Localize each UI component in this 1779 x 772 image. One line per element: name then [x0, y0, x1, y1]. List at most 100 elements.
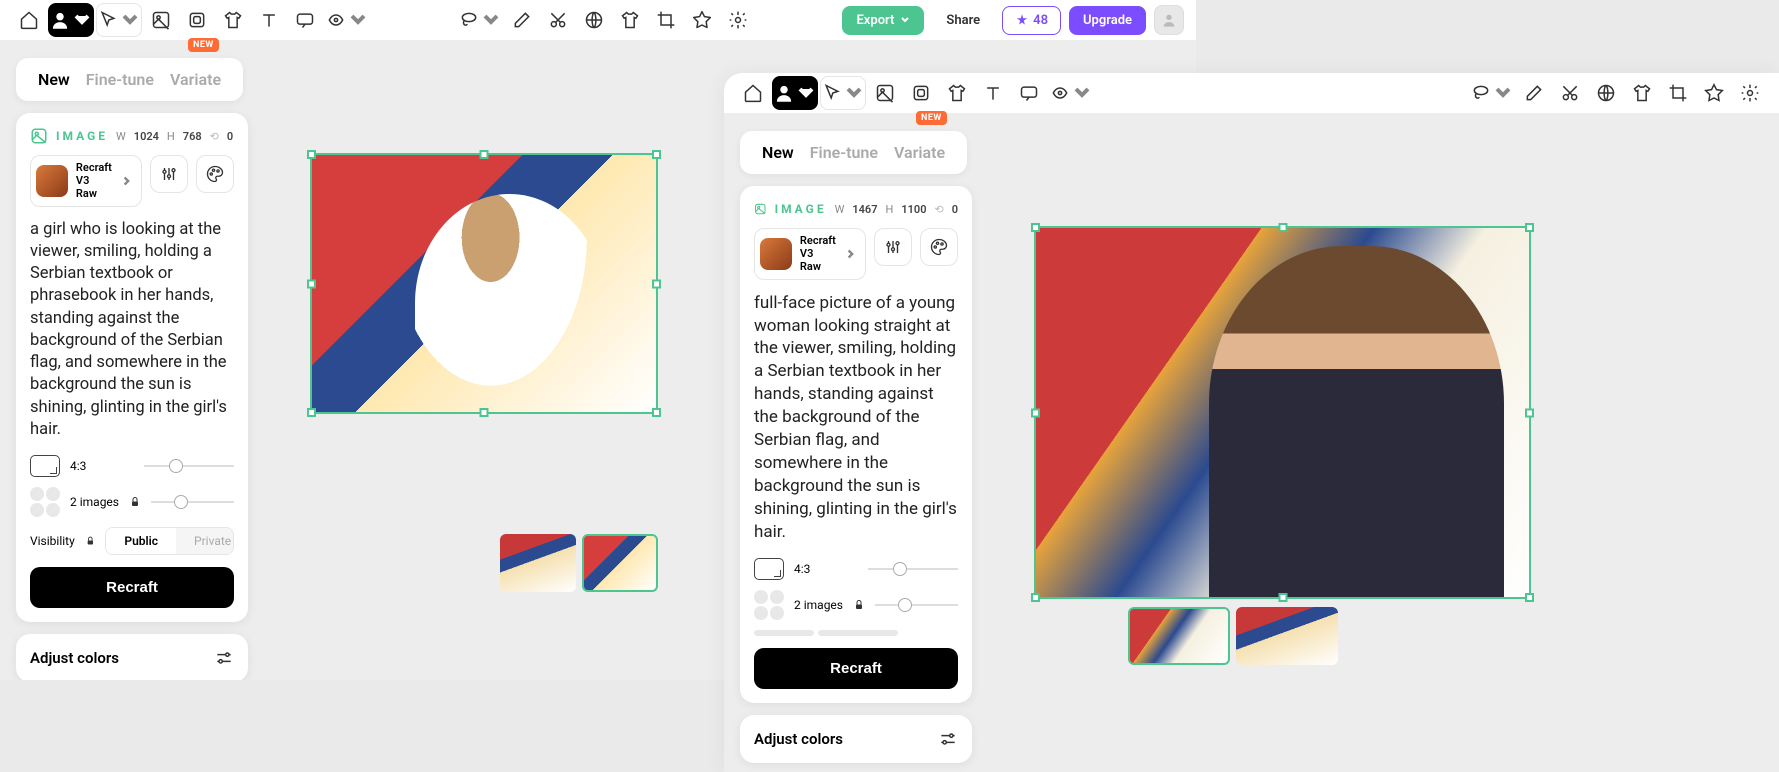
- home-icon[interactable]: [12, 3, 46, 37]
- crop-tool-icon[interactable]: [1661, 76, 1695, 110]
- thumbnail-1[interactable]: [1128, 607, 1230, 665]
- style-button[interactable]: [920, 228, 958, 266]
- lasso-tool-icon[interactable]: [457, 3, 503, 37]
- count-slider[interactable]: [151, 501, 234, 503]
- tab-variate[interactable]: Variate: [886, 139, 953, 166]
- comment-tool-icon[interactable]: [1012, 76, 1046, 110]
- resize-handle[interactable]: [480, 408, 489, 417]
- aspect-slider[interactable]: [144, 465, 234, 467]
- resize-handle[interactable]: [1031, 408, 1040, 417]
- generate-tool[interactable]: [48, 3, 94, 37]
- resize-handle[interactable]: [1031, 223, 1040, 232]
- model-row: RecraftV3 Raw: [30, 155, 234, 207]
- count-slider[interactable]: [875, 604, 958, 606]
- resize-handle[interactable]: [652, 150, 661, 159]
- model-name-text: RecraftV3 Raw: [76, 161, 113, 201]
- adjust-colors-label: Adjust colors: [30, 649, 119, 667]
- frame-tool-icon[interactable]: [180, 3, 214, 37]
- settings-button[interactable]: [150, 155, 188, 193]
- select-tool[interactable]: [820, 76, 866, 110]
- image-tool-icon[interactable]: [868, 76, 902, 110]
- model-selector[interactable]: RecraftV3 Raw: [754, 228, 866, 280]
- resize-handle[interactable]: [652, 408, 661, 417]
- shapes-tool-icon[interactable]: [324, 3, 370, 37]
- adjust-colors-panel[interactable]: Adjust colors: [740, 715, 972, 763]
- magic-tool-icon[interactable]: [1733, 76, 1767, 110]
- comment-tool-icon[interactable]: [288, 3, 322, 37]
- generate-tool[interactable]: [772, 76, 818, 110]
- tab-finetune[interactable]: Fine-tune: [78, 66, 162, 93]
- resize-handle[interactable]: [1525, 223, 1534, 232]
- user-avatar[interactable]: [1154, 5, 1184, 35]
- select-tool[interactable]: [96, 3, 142, 37]
- thumbnail-2[interactable]: [1236, 607, 1338, 665]
- export-button[interactable]: Export: [842, 6, 924, 35]
- home-icon[interactable]: [736, 76, 770, 110]
- aspect-slider[interactable]: [868, 568, 958, 570]
- text-tool-icon[interactable]: [252, 3, 286, 37]
- frame-tool-icon[interactable]: [904, 76, 938, 110]
- model-name-text: RecraftV3 Raw: [800, 234, 837, 274]
- resize-handle[interactable]: [1278, 223, 1287, 232]
- height-prefix: H: [885, 203, 893, 216]
- text-tool-icon[interactable]: [976, 76, 1010, 110]
- resize-handle[interactable]: [480, 150, 489, 159]
- canvas-area-left: [310, 153, 658, 592]
- tab-variate[interactable]: Variate: [162, 66, 229, 93]
- tab-new[interactable]: New: [30, 66, 78, 93]
- tag-tool-icon[interactable]: [1697, 76, 1731, 110]
- resize-handle[interactable]: [1525, 593, 1534, 602]
- resize-handle[interactable]: [652, 279, 661, 288]
- credits-button[interactable]: 48: [1002, 6, 1061, 35]
- resize-handle[interactable]: [1525, 408, 1534, 417]
- width-value: 1024: [134, 130, 159, 143]
- style-button[interactable]: [196, 155, 234, 193]
- thumbnail-2[interactable]: [582, 534, 658, 592]
- tag-tool-icon[interactable]: [685, 3, 719, 37]
- shirt-tool-icon[interactable]: [940, 76, 974, 110]
- thumbnail-1[interactable]: [500, 534, 576, 592]
- mockup-shirt-icon[interactable]: [1625, 76, 1659, 110]
- eraser-tool-icon[interactable]: [505, 3, 539, 37]
- prompt-text[interactable]: a girl who is looking at the viewer, smi…: [30, 219, 234, 442]
- visibility-toggle: Public Private: [105, 527, 234, 555]
- toolbar-right: NEW: [724, 73, 1779, 113]
- share-button[interactable]: Share: [932, 6, 994, 35]
- cut-tool-icon[interactable]: [1553, 76, 1587, 110]
- recraft-button[interactable]: Recraft: [754, 648, 958, 689]
- tab-new[interactable]: New: [754, 139, 802, 166]
- image-type-icon: [754, 200, 767, 218]
- image-tool-icon[interactable]: [144, 3, 178, 37]
- cut-tool-icon[interactable]: [541, 3, 575, 37]
- resize-handle[interactable]: [307, 150, 316, 159]
- settings-button[interactable]: [874, 228, 912, 266]
- lasso-tool-icon[interactable]: [1469, 76, 1515, 110]
- width-value: 1467: [852, 203, 877, 216]
- prompt-text[interactable]: full-face picture of a young woman looki…: [754, 292, 958, 544]
- eraser-tool-icon[interactable]: [1517, 76, 1551, 110]
- adjust-colors-panel[interactable]: Adjust colors: [16, 634, 248, 680]
- resize-handle[interactable]: [1031, 593, 1040, 602]
- crop-tool-icon[interactable]: [649, 3, 683, 37]
- shirt-tool-icon[interactable]: [216, 3, 250, 37]
- resize-handle[interactable]: [307, 279, 316, 288]
- image-type-label: IMAGE: [775, 202, 827, 216]
- visibility-private[interactable]: Private: [176, 528, 234, 554]
- magic-tool-icon[interactable]: [721, 3, 755, 37]
- shapes-tool-icon[interactable]: [1048, 76, 1094, 110]
- pattern-tool-icon[interactable]: [577, 3, 611, 37]
- model-selector[interactable]: RecraftV3 Raw: [30, 155, 142, 207]
- generated-image-selected[interactable]: [1034, 226, 1531, 599]
- resize-handle[interactable]: [1278, 593, 1287, 602]
- resize-handle[interactable]: [307, 408, 316, 417]
- mockup-shirt-icon[interactable]: [613, 3, 647, 37]
- generated-image-selected[interactable]: [310, 153, 658, 414]
- count-label: 2 images: [70, 495, 119, 509]
- aspect-icon[interactable]: [754, 558, 784, 580]
- pattern-tool-icon[interactable]: [1589, 76, 1623, 110]
- recraft-button[interactable]: Recraft: [30, 567, 234, 608]
- visibility-public[interactable]: Public: [106, 528, 176, 554]
- tab-finetune[interactable]: Fine-tune: [802, 139, 886, 166]
- aspect-icon[interactable]: [30, 455, 60, 477]
- upgrade-button[interactable]: Upgrade: [1069, 6, 1146, 35]
